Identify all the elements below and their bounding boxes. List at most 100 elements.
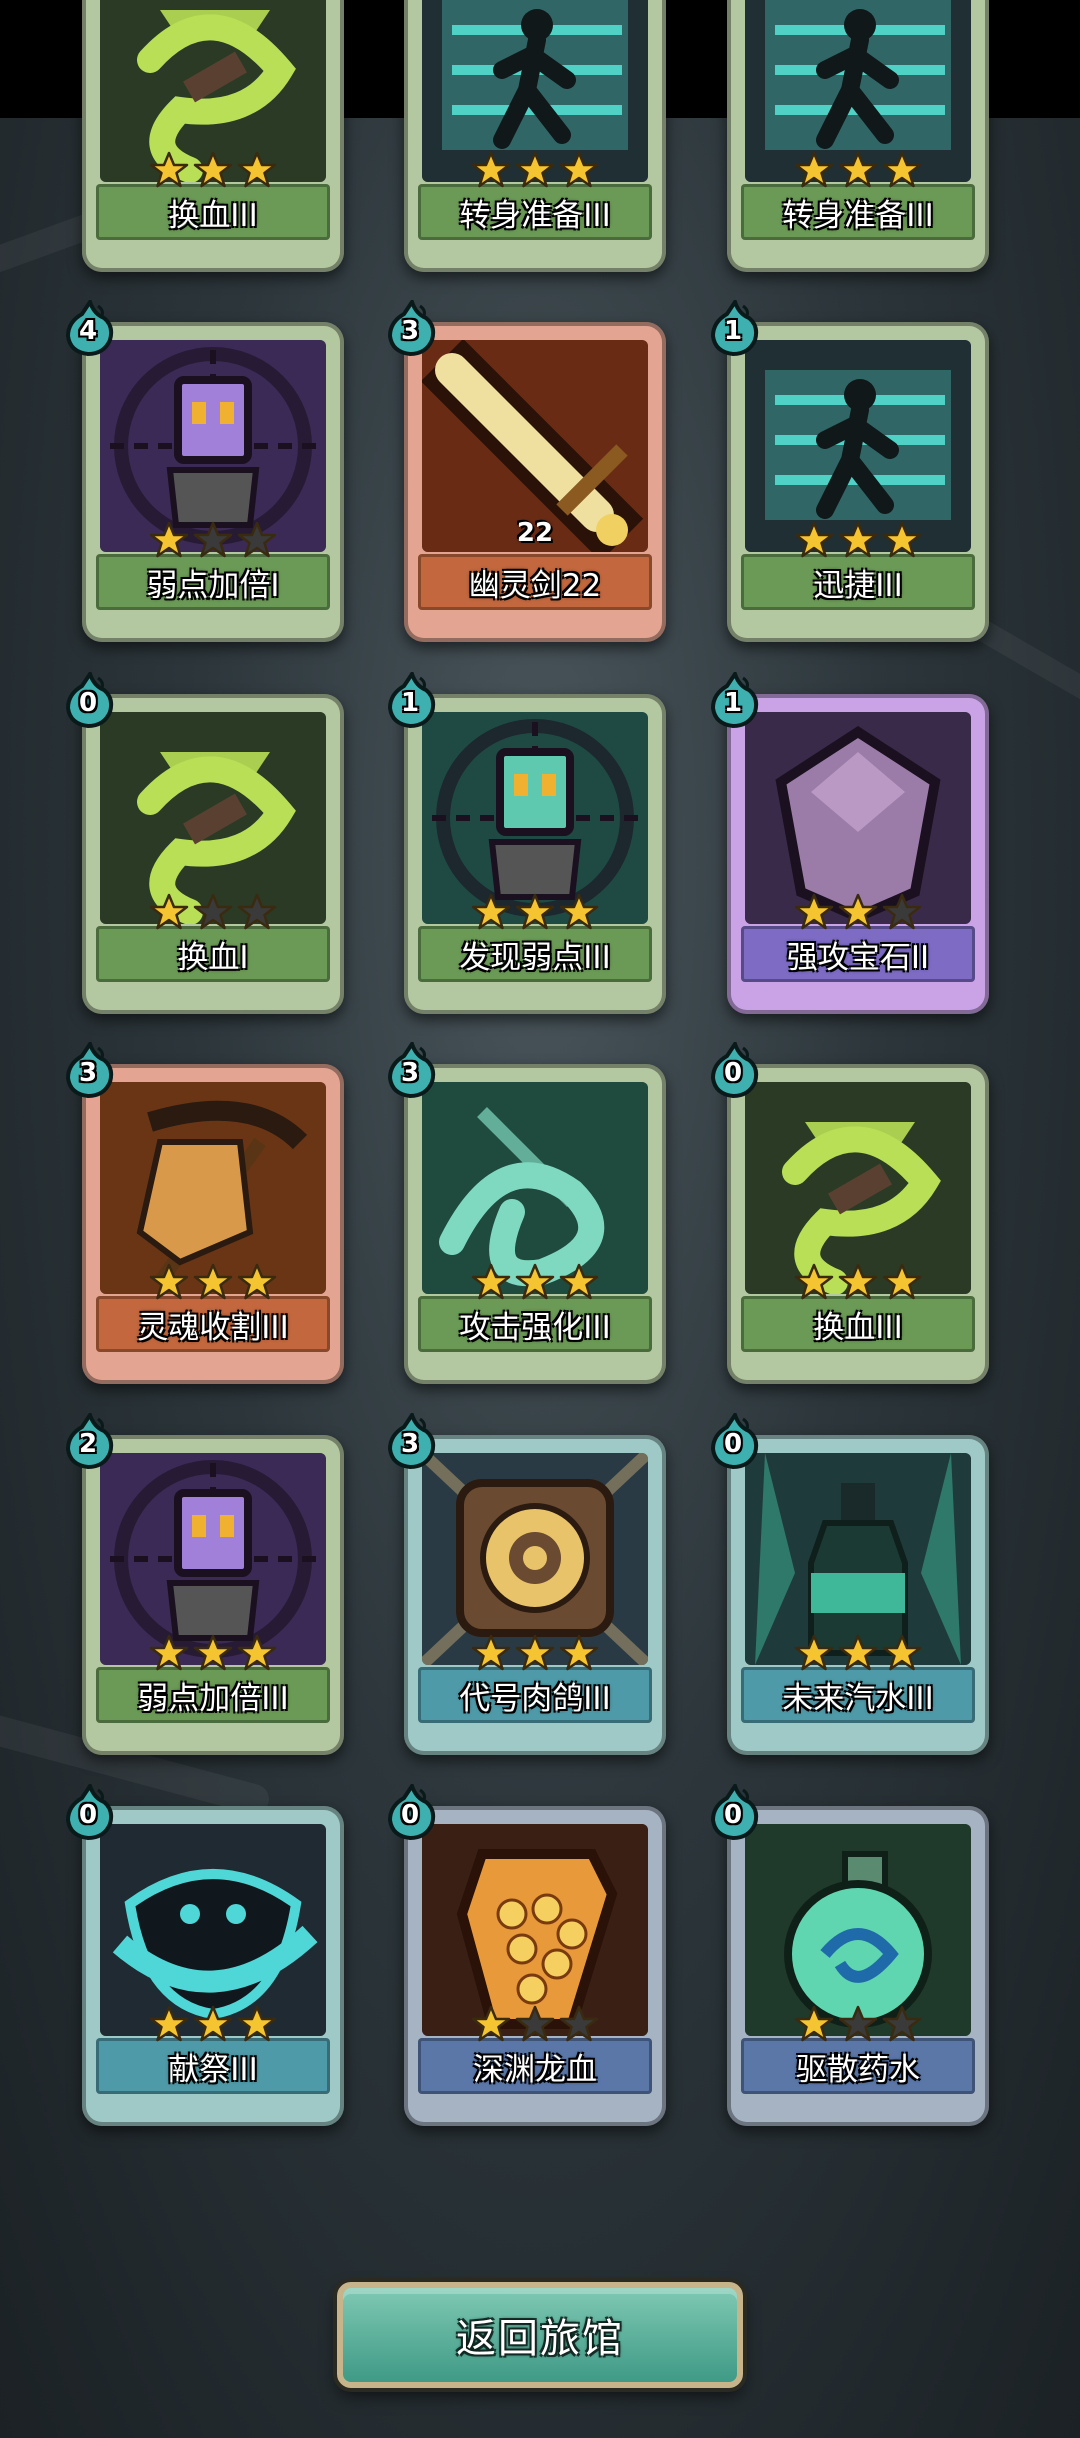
star-filled-icon [237, 1633, 277, 1673]
star-filled-icon [882, 150, 922, 190]
energy-cost-badge: 3 [386, 300, 438, 356]
star-filled-icon [838, 150, 878, 190]
energy-cost-value: 2 [78, 1429, 98, 1459]
skill-card[interactable]: 献祭III 0 [65, 1784, 344, 2126]
star-filled-icon [193, 150, 233, 190]
skill-card[interactable]: 灵魂收割III 3 [65, 1042, 344, 1384]
level-badge: 22 [516, 518, 554, 548]
star-filled-icon [515, 150, 555, 190]
card-name: 弱点加倍III [96, 1667, 330, 1723]
energy-cost-value: 1 [400, 688, 420, 718]
star-filled-icon [471, 2004, 511, 2044]
card-name: 发现弱点III [418, 926, 652, 982]
star-rating [727, 520, 989, 560]
card-name: 幽灵剑22 [418, 554, 652, 610]
card-name: 未来汽水III [741, 1667, 975, 1723]
star-filled-icon [471, 1633, 511, 1673]
star-filled-icon [193, 2004, 233, 2044]
star-filled-icon [794, 520, 834, 560]
card-name: 攻击强化III [418, 1296, 652, 1352]
skill-card[interactable]: 深渊龙血 0 [387, 1784, 666, 2126]
star-rating [404, 150, 666, 190]
star-rating [82, 1262, 344, 1302]
card-name: 转身准备III [418, 184, 652, 240]
energy-cost-badge: 0 [64, 1784, 116, 1840]
energy-cost-value: 3 [78, 1058, 98, 1088]
energy-cost-badge: 1 [709, 672, 761, 728]
star-filled-icon [559, 892, 599, 932]
energy-cost-badge: 3 [386, 1042, 438, 1098]
star-filled-icon [149, 1262, 189, 1302]
energy-cost-value: 0 [723, 1429, 743, 1459]
skill-card[interactable]: 未来汽水III 0 [710, 1413, 989, 1755]
star-filled-icon [838, 892, 878, 932]
star-filled-icon [515, 892, 555, 932]
skill-card[interactable]: 迅捷III 1 [710, 300, 989, 642]
star-filled-icon [149, 150, 189, 190]
star-filled-icon [237, 2004, 277, 2044]
star-filled-icon [515, 1262, 555, 1302]
skill-card[interactable]: 发现弱点III 1 [387, 672, 666, 1014]
star-rating [404, 2004, 666, 2044]
star-filled-icon [515, 1633, 555, 1673]
skill-card[interactable]: 驱散药水 0 [710, 1784, 989, 2126]
star-rating [404, 1262, 666, 1302]
star-empty-icon [193, 520, 233, 560]
star-rating [82, 150, 344, 190]
skill-card[interactable]: 代号肉鸽III 3 [387, 1413, 666, 1755]
star-filled-icon [471, 150, 511, 190]
card-name: 弱点加倍I [96, 554, 330, 610]
star-filled-icon [149, 1633, 189, 1673]
skill-card[interactable]: 攻击强化III 3 [387, 1042, 666, 1384]
skill-card[interactable]: 换血III [82, 0, 344, 272]
star-rating [82, 1633, 344, 1673]
skill-card[interactable]: 转身准备III [727, 0, 989, 272]
star-filled-icon [471, 892, 511, 932]
star-rating [82, 892, 344, 932]
energy-cost-value: 0 [400, 1800, 420, 1830]
skill-card[interactable]: 强攻宝石II 1 [710, 672, 989, 1014]
star-filled-icon [149, 2004, 189, 2044]
energy-cost-value: 3 [400, 1058, 420, 1088]
star-filled-icon [193, 1262, 233, 1302]
skill-card[interactable]: 22 幽灵剑22 3 [387, 300, 666, 642]
star-empty-icon [193, 892, 233, 932]
energy-cost-value: 0 [78, 688, 98, 718]
star-empty-icon [882, 892, 922, 932]
skill-card[interactable]: 换血I 0 [65, 672, 344, 1014]
star-empty-icon [237, 520, 277, 560]
star-empty-icon [237, 892, 277, 932]
energy-cost-badge: 1 [386, 672, 438, 728]
star-filled-icon [237, 1262, 277, 1302]
card-name: 转身准备III [741, 184, 975, 240]
card-name: 迅捷III [741, 554, 975, 610]
star-filled-icon [193, 1633, 233, 1673]
star-filled-icon [794, 1633, 834, 1673]
skill-card[interactable]: 弱点加倍III 2 [65, 1413, 344, 1755]
star-rating [727, 892, 989, 932]
star-filled-icon [237, 150, 277, 190]
star-filled-icon [838, 1633, 878, 1673]
star-empty-icon [515, 2004, 555, 2044]
skill-card[interactable]: 转身准备III [404, 0, 666, 272]
card-name: 献祭III [96, 2038, 330, 2094]
card-name: 深渊龙血 [418, 2038, 652, 2094]
energy-cost-badge: 4 [64, 300, 116, 356]
energy-cost-badge: 2 [64, 1413, 116, 1469]
skill-card[interactable]: 弱点加倍I 4 [65, 300, 344, 642]
star-empty-icon [838, 2004, 878, 2044]
star-rating [82, 520, 344, 560]
star-rating [727, 150, 989, 190]
card-name: 换血III [741, 1296, 975, 1352]
energy-cost-badge: 3 [386, 1413, 438, 1469]
skill-card[interactable]: 换血III 0 [710, 1042, 989, 1384]
energy-cost-badge: 1 [709, 300, 761, 356]
return-to-tavern-button[interactable]: 返回旅馆 [337, 2282, 743, 2388]
star-filled-icon [559, 1262, 599, 1302]
star-filled-icon [794, 1262, 834, 1302]
star-filled-icon [559, 150, 599, 190]
star-filled-icon [794, 892, 834, 932]
card-name: 驱散药水 [741, 2038, 975, 2094]
energy-cost-badge: 0 [709, 1784, 761, 1840]
energy-cost-badge: 0 [709, 1413, 761, 1469]
